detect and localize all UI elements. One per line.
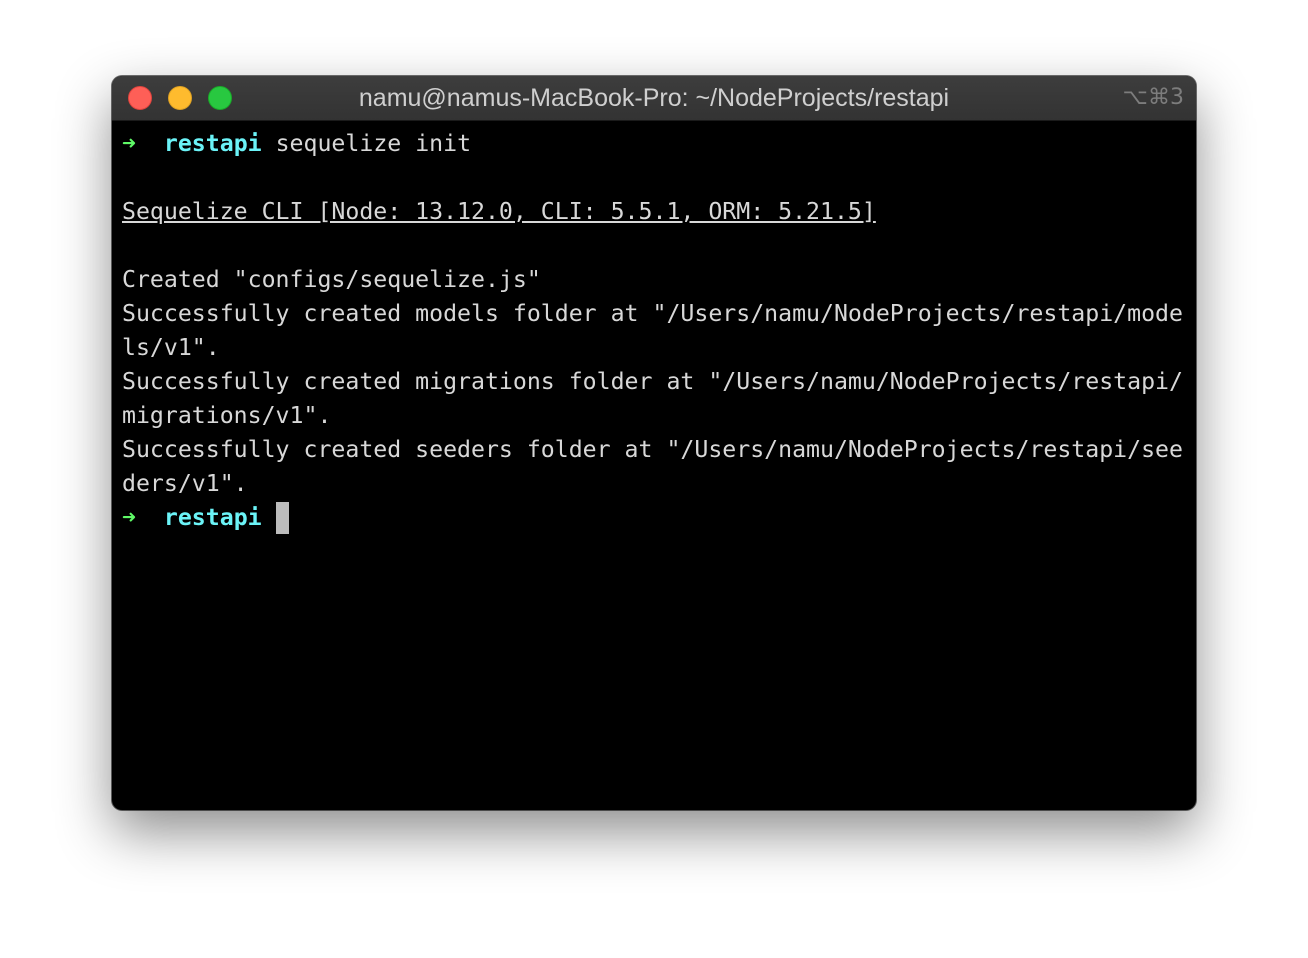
output-line: ls/v1". — [122, 334, 220, 361]
terminal-content[interactable]: ➜ restapi sequelize init Sequelize CLI [… — [122, 127, 1186, 797]
cli-header: Sequelize CLI [Node: 13.12.0, CLI: 5.5.1… — [122, 198, 876, 225]
prompt-directory: restapi — [163, 130, 262, 157]
cli-header-line: Sequelize CLI [Node: 13.12.0, CLI: 5.5.1… — [122, 195, 1186, 229]
tab-shortcut: ⌥⌘3 — [1122, 85, 1184, 110]
text-cursor[interactable] — [275, 502, 289, 534]
prompt-arrow-icon: ➜ — [122, 504, 136, 531]
window-title: namu@namus-MacBook-Pro: ~/NodeProjects/r… — [358, 84, 950, 112]
output-line: Successfully created seeders folder at "… — [122, 436, 1183, 463]
output-line: ders/v1". — [122, 470, 248, 497]
prompt-arrow-icon: ➜ — [122, 130, 136, 157]
output-line: Successfully created migrations folder a… — [122, 368, 1183, 395]
prompt-line: ➜ restapi sequelize init — [122, 127, 1186, 161]
terminal-window[interactable]: namu@namus-MacBook-Pro: ~/NodeProjects/r… — [112, 76, 1196, 810]
command-text: sequelize init — [275, 130, 472, 157]
prompt-directory: restapi — [163, 504, 262, 531]
title-bar[interactable]: namu@namus-MacBook-Pro: ~/NodeProjects/r… — [112, 76, 1196, 121]
output-line: Successfully created models folder at "/… — [122, 300, 1183, 327]
output-line: Created "configs/sequelize.js" — [122, 266, 541, 293]
prompt-line: ➜ restapi — [122, 501, 1186, 535]
output-line: migrations/v1". — [122, 402, 332, 429]
